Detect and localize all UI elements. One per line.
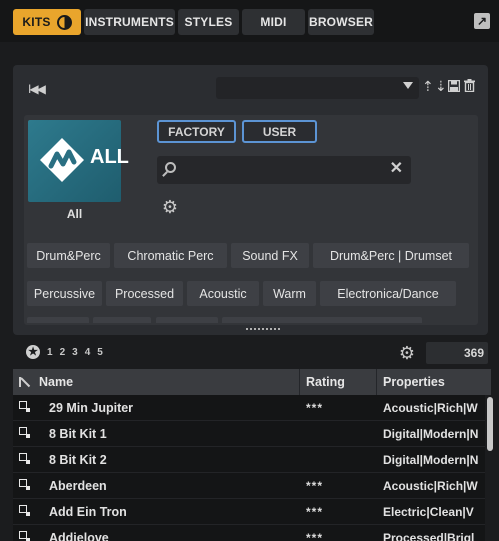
- column-rating[interactable]: Rating: [306, 369, 345, 395]
- column-divider[interactable]: [299, 369, 300, 395]
- table-row[interactable]: Add Ein Tron *** Electric|Clean|V: [13, 499, 485, 525]
- row-name: 29 Min Jupiter: [49, 401, 134, 415]
- factory-button[interactable]: FACTORY: [157, 120, 236, 143]
- rating-level-1[interactable]: 1: [47, 347, 53, 358]
- resize-handle[interactable]: [245, 327, 281, 331]
- content-set-logo[interactable]: ALL: [28, 120, 129, 202]
- dropdown-arrow-icon[interactable]: [403, 82, 413, 89]
- rating-level-3[interactable]: 3: [72, 347, 78, 358]
- row-name: 8 Bit Kit 2: [49, 453, 107, 467]
- tag-percussive[interactable]: Percussive: [27, 281, 102, 306]
- rating-level-5[interactable]: 5: [97, 347, 103, 358]
- row-properties: Processed|Brigl: [383, 531, 475, 541]
- tag-drum-perc[interactable]: Drum&Perc: [27, 243, 110, 268]
- column-properties[interactable]: Properties: [383, 369, 445, 395]
- rating-level-2[interactable]: 2: [60, 347, 66, 358]
- tag-sound-fx[interactable]: Sound FX: [231, 243, 309, 268]
- row-rating: ***: [306, 401, 324, 415]
- kit-icon: [19, 401, 30, 412]
- down-arrow-icon[interactable]: ⇣: [435, 79, 447, 93]
- preset-selector[interactable]: [216, 77, 419, 99]
- row-name: Aberdeen: [49, 479, 107, 493]
- groove-agent-logo-icon: [40, 138, 84, 182]
- table-row[interactable]: 8 Bit Kit 2 Digital|Modern|N: [13, 447, 485, 473]
- row-properties: Electric|Clean|V: [383, 505, 474, 519]
- tab-kits-label: KITS: [22, 15, 51, 29]
- pie-icon: [56, 14, 72, 30]
- delete-icon[interactable]: [464, 79, 475, 92]
- search-field[interactable]: ✕: [157, 156, 411, 184]
- row-properties: Acoustic|Rich|W: [383, 401, 478, 415]
- column-name[interactable]: Name: [39, 369, 73, 395]
- row-properties: Digital|Modern|N: [383, 453, 479, 467]
- tab-kits[interactable]: KITS: [13, 9, 81, 35]
- row-properties: Digital|Modern|N: [383, 427, 479, 441]
- save-icon[interactable]: [448, 80, 460, 92]
- kit-icon: [19, 479, 30, 490]
- tab-browser[interactable]: BROWSER: [308, 9, 374, 35]
- tab-midi[interactable]: MIDI: [242, 9, 305, 35]
- tag-partial[interactable]: [222, 317, 422, 323]
- tag-acoustic[interactable]: Acoustic: [187, 281, 259, 306]
- filter-area: ALL All FACTORY USER ✕ ⚙ Drum&Perc Chrom…: [24, 115, 478, 325]
- row-properties: Acoustic|Rich|W: [383, 479, 478, 493]
- kit-icon: [19, 427, 30, 438]
- clear-search-icon[interactable]: ✕: [390, 161, 403, 177]
- table-row[interactable]: 29 Min Jupiter *** Acoustic|Rich|W: [13, 395, 485, 421]
- tag-warm[interactable]: Warm: [263, 281, 316, 306]
- row-name: Add Ein Tron: [49, 505, 127, 519]
- row-rating: ***: [306, 505, 324, 519]
- column-divider[interactable]: [376, 369, 377, 395]
- tag-partial[interactable]: [93, 317, 151, 323]
- row-rating: ***: [306, 479, 324, 493]
- top-tab-bar: KITS INSTRUMENTS STYLES MIDI BROWSER ↗: [0, 0, 499, 42]
- scrollbar-thumb[interactable]: [487, 397, 493, 451]
- kit-icon: [19, 453, 30, 464]
- table-row[interactable]: Aberdeen *** Acoustic|Rich|W: [13, 473, 485, 499]
- results-table-header: Name Rating Properties: [13, 369, 491, 395]
- rating-level-4[interactable]: 4: [85, 347, 91, 358]
- user-button[interactable]: USER: [242, 120, 317, 143]
- table-row[interactable]: 8 Bit Kit 1 Digital|Modern|N: [13, 421, 485, 447]
- table-row[interactable]: Addielove *** Processed|Brigl: [13, 525, 485, 541]
- tag-processed[interactable]: Processed: [106, 281, 183, 306]
- results-scrollbar[interactable]: [487, 395, 493, 541]
- tag-electronica-dance[interactable]: Electronica/Dance: [320, 281, 456, 306]
- settings-gear-icon[interactable]: ⚙: [398, 344, 416, 362]
- search-icon: [165, 162, 176, 173]
- row-name: Addielove: [49, 531, 109, 541]
- results-list: 29 Min Jupiter *** Acoustic|Rich|W 8 Bit…: [13, 395, 485, 541]
- tag-chromatic-perc[interactable]: Chromatic Perc: [114, 243, 227, 268]
- row-rating: ***: [306, 531, 324, 541]
- preset-panel: I◀◀ ⇡ ⇣ ALL All FACTORY USER ✕ ⚙ Drum&Pe…: [13, 65, 488, 335]
- gear-icon[interactable]: ⚙: [161, 198, 179, 216]
- kit-icon: [19, 531, 30, 541]
- tag-drum-perc-drumset[interactable]: Drum&Perc | Drumset: [313, 243, 469, 268]
- up-arrow-icon[interactable]: ⇡: [422, 79, 434, 93]
- tag-partial[interactable]: [27, 317, 89, 323]
- kit-icon: [19, 505, 30, 516]
- sort-icon[interactable]: [19, 377, 29, 387]
- tab-styles[interactable]: STYLES: [178, 9, 239, 35]
- tab-instruments[interactable]: INSTRUMENTS: [84, 9, 175, 35]
- previous-preset-button[interactable]: I◀◀: [28, 82, 46, 96]
- star-icon[interactable]: ★: [26, 345, 40, 359]
- rating-filter[interactable]: ★ 1 2 3 4 5: [26, 345, 103, 359]
- logo-text: ALL: [90, 146, 129, 168]
- tag-partial[interactable]: [156, 317, 218, 323]
- row-name: 8 Bit Kit 1: [49, 427, 107, 441]
- result-count: 369: [426, 342, 488, 364]
- logo-caption: All: [66, 207, 83, 221]
- external-window-icon[interactable]: ↗: [474, 13, 490, 29]
